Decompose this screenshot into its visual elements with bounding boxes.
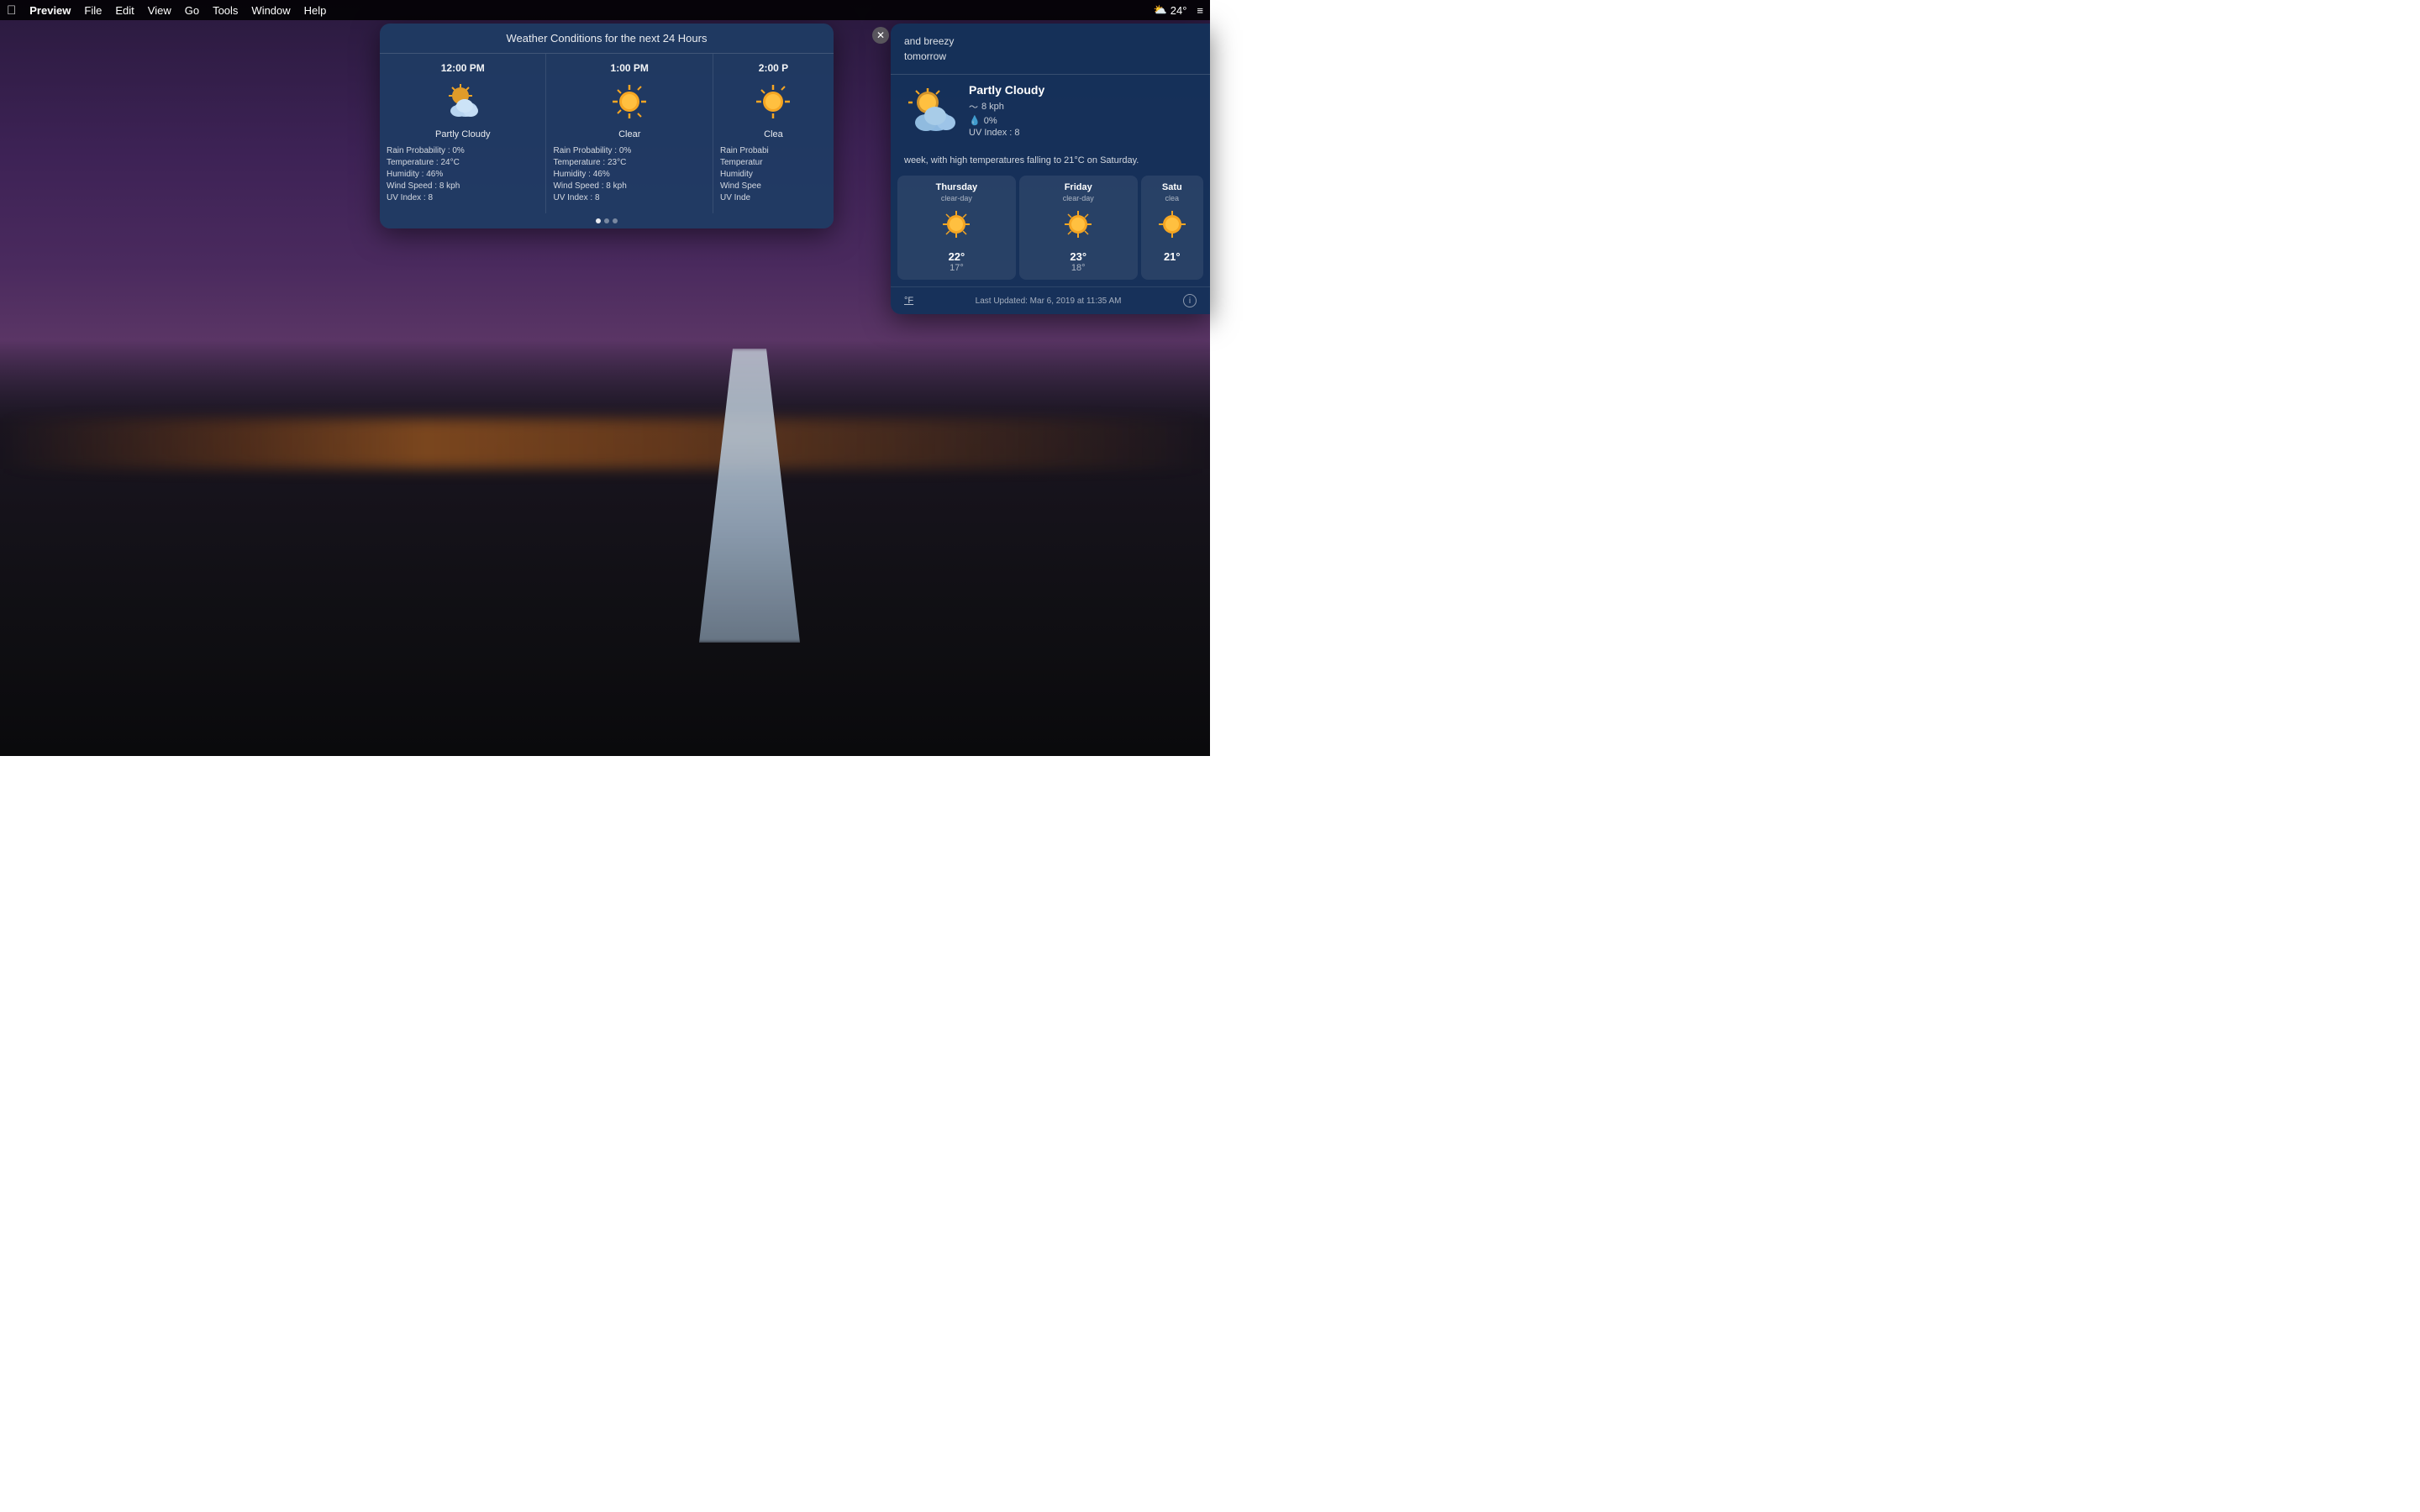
menubar:  Preview File Edit View Go Tools Window… — [0, 0, 1210, 20]
menubar-weather-icon: ⛅ — [1154, 3, 1167, 17]
top-text-content: and breezytomorrow — [904, 35, 954, 62]
weekly-section: week, with high temperatures falling to … — [891, 144, 1210, 286]
day-type-thu: clear-day — [901, 194, 1013, 202]
panel-title: Weather Conditions for the next 24 Hours — [380, 24, 834, 54]
menubar-menu-icon[interactable]: ≡ — [1197, 4, 1203, 17]
detail-temp-2: Temperatur — [720, 158, 827, 167]
detail-humidity-2: Humidity — [720, 170, 827, 179]
menu-go[interactable]: Go — [185, 4, 199, 17]
scroll-dot-1 — [604, 218, 609, 223]
menu-file[interactable]: File — [84, 4, 102, 17]
detail-rain-2: Rain Probabi — [720, 146, 827, 155]
right-current-info: Partly Cloudy 〜 8 kph 💧 0% UV Index : 8 — [969, 83, 1197, 139]
menu-tools[interactable]: Tools — [213, 4, 238, 17]
detail-humidity-1: Humidity : 46% — [553, 170, 705, 179]
days-row: Thursday clear-day 22° 17° — [891, 176, 1210, 280]
weather-panel-right: and breezytomorrow Partly Cloudy 〜 8 kph — [891, 24, 1210, 314]
right-panel-bottom: °F Last Updated: Mar 6, 2019 at 11:35 AM… — [891, 286, 1210, 314]
last-updated: Last Updated: Mar 6, 2019 at 11:35 AM — [913, 297, 1183, 306]
detail-humidity-0: Humidity : 46% — [387, 170, 539, 179]
close-button[interactable]: ✕ — [872, 27, 889, 44]
condition-2: Clea — [720, 129, 827, 139]
unit-toggle[interactable]: °F — [904, 296, 913, 306]
day-high-fri: 23° — [1023, 250, 1134, 263]
detail-wind-1: Wind Speed : 8 kph — [553, 181, 705, 191]
week-description: week, with high temperatures falling to … — [891, 151, 1210, 176]
hour-time-1: 1:00 PM — [553, 62, 705, 74]
scroll-dot-2 — [613, 218, 618, 223]
hour-col-2: 2:00 P Clea Rain Probabi Temperatur Humi… — [713, 54, 834, 213]
menubar-left:  Preview File Edit View Go Tools Window… — [7, 3, 326, 18]
day-icon-sat — [1155, 207, 1189, 241]
day-col-saturday: Satu clea 21° — [1141, 176, 1203, 280]
menubar-weather[interactable]: ⛅ 24° — [1154, 3, 1187, 17]
menu-help[interactable]: Help — [304, 4, 327, 17]
condition-0: Partly Cloudy — [387, 129, 539, 139]
hour-icon-1 — [553, 81, 705, 123]
right-rain-detail: 💧 0% — [969, 115, 1197, 126]
detail-uv-0: UV Index : 8 — [387, 193, 539, 202]
day-high-thu: 22° — [901, 250, 1013, 263]
info-icon[interactable]: i — [1183, 294, 1197, 307]
scroll-indicator — [380, 213, 834, 228]
day-icon-fri — [1061, 207, 1095, 241]
day-name-sat: Satu — [1144, 182, 1200, 192]
day-type-sat: clea — [1144, 194, 1200, 202]
detail-rain-1: Rain Probability : 0% — [553, 146, 705, 155]
hour-time-0: 12:00 PM — [387, 62, 539, 74]
hour-col-1: 1:00 PM Clear Rain Probability : 0% — [546, 54, 713, 213]
day-icon-thu — [939, 207, 973, 241]
hours-container: 12:00 PM Partly Clo — [380, 54, 834, 213]
right-wind-detail: 〜 8 kph — [969, 100, 1197, 113]
detail-temp-1: Temperature : 23°C — [553, 158, 705, 167]
week-desc-text: week, with high temperatures falling to … — [904, 155, 1139, 165]
partly-cloudy-icon-0 — [442, 81, 484, 123]
day-low-thu: 17° — [901, 263, 1013, 273]
rain-icon: 💧 — [969, 115, 981, 126]
weather-panel-24h: Weather Conditions for the next 24 Hours… — [380, 24, 834, 228]
detail-wind-0: Wind Speed : 8 kph — [387, 181, 539, 191]
right-current: Partly Cloudy 〜 8 kph 💧 0% UV Index : 8 — [891, 75, 1210, 144]
day-name-thu: Thursday — [901, 182, 1013, 192]
hour-time-2: 2:00 P — [720, 62, 827, 74]
day-high-sat: 21° — [1144, 250, 1200, 263]
menubar-right: ⛅ 24° ≡ — [1154, 3, 1203, 17]
detail-rain-0: Rain Probability : 0% — [387, 146, 539, 155]
detail-uv-2: UV Inde — [720, 193, 827, 202]
day-col-thursday: Thursday clear-day 22° 17° — [897, 176, 1016, 280]
day-col-friday: Friday clear-day 23° 18° — [1019, 176, 1138, 280]
app-name[interactable]: Preview — [29, 4, 71, 17]
clear-icon-1 — [608, 81, 650, 123]
hour-col-0: 12:00 PM Partly Clo — [380, 54, 546, 213]
hour-icon-0 — [387, 81, 539, 123]
day-low-fri: 18° — [1023, 263, 1134, 273]
detail-wind-2: Wind Spee — [720, 181, 827, 191]
condition-1: Clear — [553, 129, 705, 139]
menu-edit[interactable]: Edit — [115, 4, 134, 17]
menubar-temperature: 24° — [1171, 4, 1187, 17]
wind-icon: 〜 — [969, 100, 978, 113]
right-current-icon — [904, 84, 959, 139]
detail-uv-1: UV Index : 8 — [553, 193, 705, 202]
apple-menu[interactable]:  — [7, 3, 16, 18]
menu-window[interactable]: Window — [251, 4, 290, 17]
right-condition-label: Partly Cloudy — [969, 83, 1197, 97]
day-type-fri: clear-day — [1023, 194, 1134, 202]
detail-temp-0: Temperature : 24°C — [387, 158, 539, 167]
scroll-dot-active — [596, 218, 601, 223]
clear-icon-2 — [752, 81, 794, 123]
menu-view[interactable]: View — [148, 4, 171, 17]
hour-icon-2 — [720, 81, 827, 123]
right-uv-detail: UV Index : 8 — [969, 128, 1197, 138]
day-name-fri: Friday — [1023, 182, 1134, 192]
right-panel-top-text: and breezytomorrow — [891, 24, 1210, 75]
